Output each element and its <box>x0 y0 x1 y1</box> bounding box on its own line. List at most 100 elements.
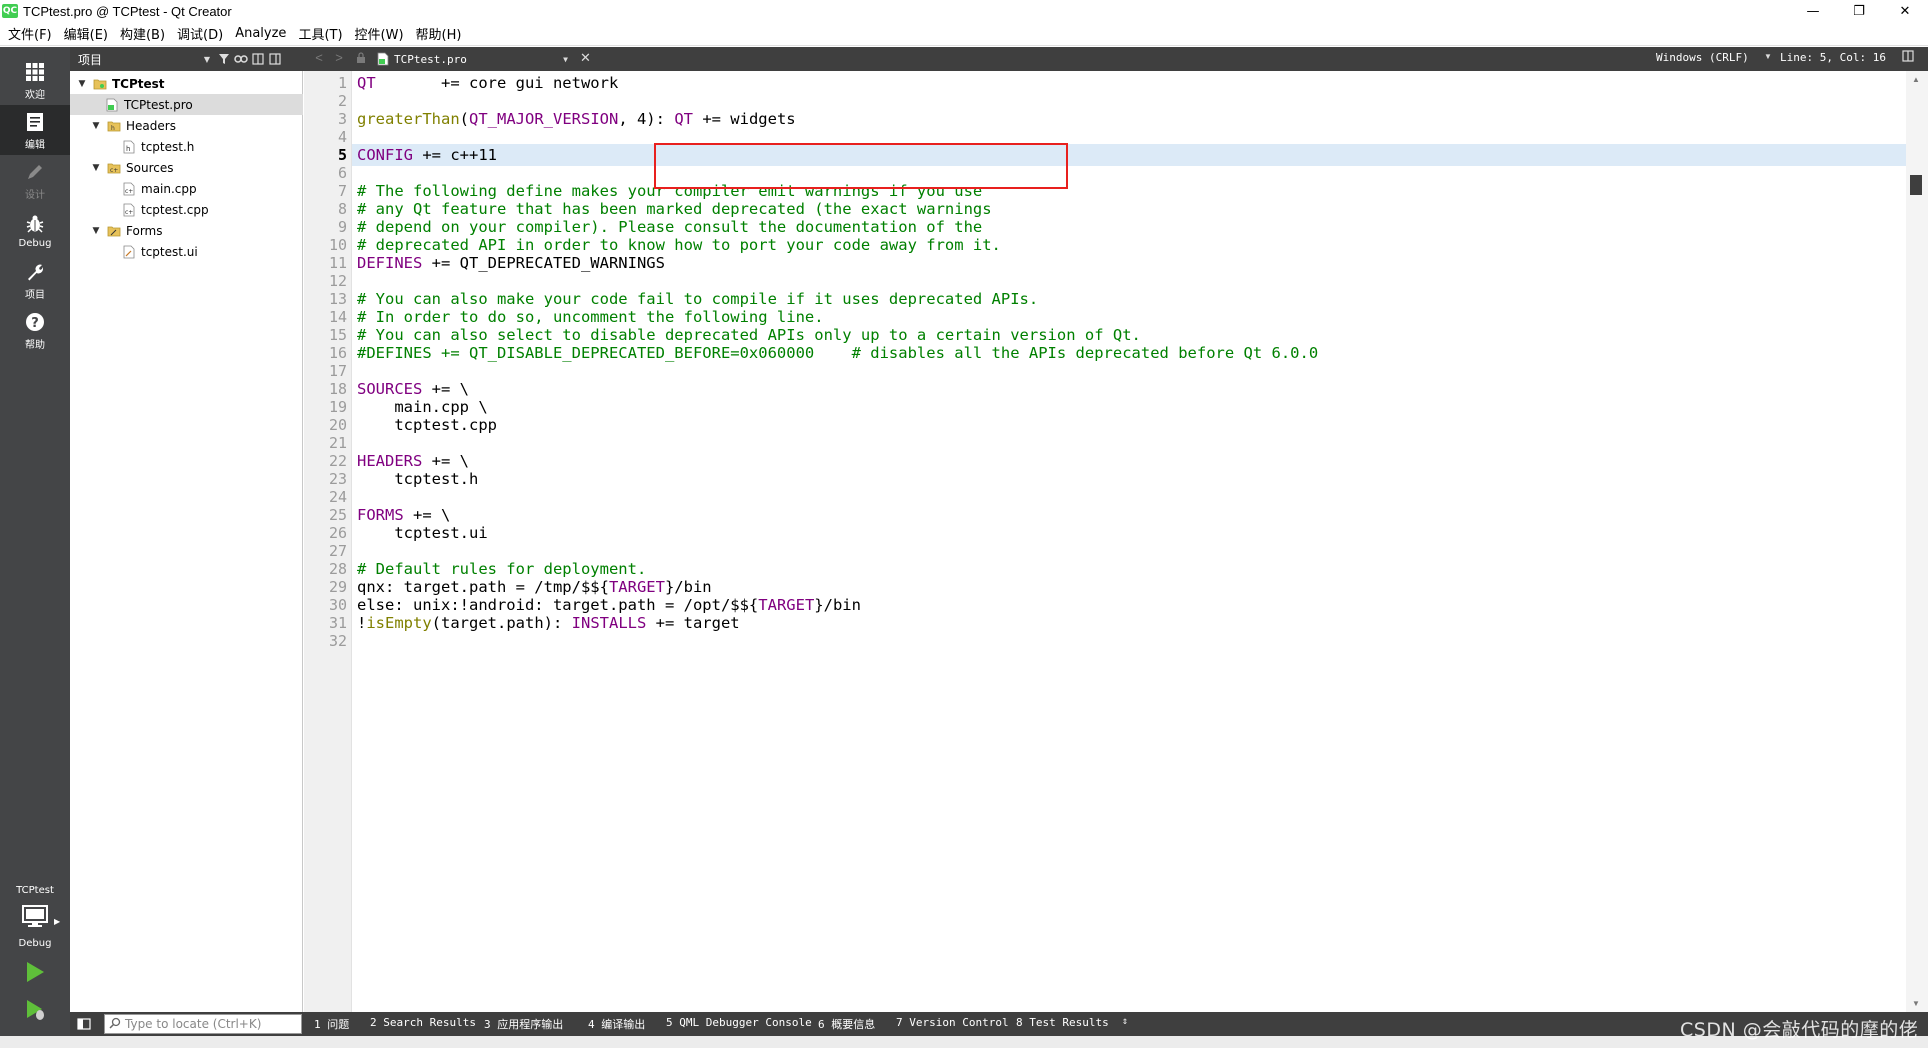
code-text: += QT_DEPRECATED_WARNINGS <box>422 254 665 272</box>
tree-item-label: Headers <box>126 118 176 133</box>
tree-item-tcptest-h[interactable]: h tcptest.h <box>70 136 303 157</box>
code-text: += widgets <box>692 110 796 128</box>
mode-design[interactable]: 设计 <box>0 155 70 205</box>
tab-test-results[interactable]: 8 Test Results <box>1016 1016 1109 1029</box>
mode-help[interactable]: ? 帮助 <box>0 305 70 355</box>
code-line[interactable]: tcptest.ui <box>357 522 487 544</box>
more-tabs-icon[interactable]: ⇕ <box>1122 1016 1128 1027</box>
tab-application-output[interactable]: 3 应用程序输出 <box>484 1016 563 1032</box>
code-keyword: DEFINES <box>357 254 423 272</box>
code-line[interactable]: tcptest.h <box>357 468 478 490</box>
menu-file[interactable]: 文件(F) <box>0 24 58 43</box>
chevron-down-icon[interactable]: ▼ <box>76 79 88 89</box>
line-ending-selector[interactable]: Windows (CRLF) <box>1656 51 1749 64</box>
project-view-selector[interactable]: 项目 ▼ <box>74 49 214 69</box>
menu-tools[interactable]: 工具(T) <box>292 24 348 43</box>
cursor-position[interactable]: Line: 5, Col: 16 <box>1780 51 1886 64</box>
code-editor[interactable]: 1 2 3 4 5 6 7 8 9 10 11 12 13 14 15 16 17 18 19 20 21 22 23 24 2… <box>304 71 1928 1012</box>
svg-text:h: h <box>111 125 115 132</box>
tab-issues[interactable]: 1 问题 <box>314 1016 349 1032</box>
mode-projects[interactable]: 项目 <box>0 255 70 305</box>
code-line[interactable]: #DEFINES += QT_DISABLE_DEPRECATED_BEFORE… <box>357 342 1318 364</box>
menu-analyze[interactable]: Analyze <box>229 26 292 41</box>
tree-item-main-cpp[interactable]: c+ main.cpp <box>70 178 303 199</box>
mode-debug[interactable]: Debug <box>0 205 70 255</box>
open-file-selector[interactable]: TCPtest.pro ▼ <box>376 49 574 69</box>
mode-design-label: 设计 <box>25 189 45 201</box>
code-line[interactable]: DEFINES += QT_DEPRECATED_WARNINGS <box>357 252 665 274</box>
vertical-scrollbar[interactable]: ▲ ▼ <box>1906 71 1928 1012</box>
mode-edit-label: 编辑 <box>25 139 45 151</box>
pro-file-icon <box>105 98 119 112</box>
kit-expand-icon[interactable]: ▶ <box>54 917 60 926</box>
tree-item-tcptest-cpp[interactable]: c+ tcptest.cpp <box>70 199 303 220</box>
lock-icon <box>356 52 366 67</box>
menu-help[interactable]: 帮助(H) <box>410 24 468 43</box>
tree-item-forms[interactable]: ▼ Forms <box>70 220 303 241</box>
toggle-sidebar-icon[interactable] <box>74 1016 94 1032</box>
menu-window[interactable]: 控件(W) <box>349 24 410 43</box>
code-line[interactable]: !isEmpty(target.path): INSTALLS += targe… <box>357 612 740 634</box>
tree-item-label: tcptest.h <box>141 139 195 154</box>
tree-item-project[interactable]: ▼ TCPtest <box>70 73 303 94</box>
code-line[interactable]: tcptest.cpp <box>357 414 497 436</box>
tree-item-headers[interactable]: ▼ h Headers <box>70 115 303 136</box>
code-text-area[interactable]: QT += core gui network greaterThan(QT_MAJ… <box>352 71 1906 1012</box>
tab-general-messages[interactable]: 6 概要信息 <box>818 1016 875 1032</box>
close-panel-icon[interactable] <box>268 52 282 66</box>
menu-bar: 文件(F) 编辑(E) 构建(B) 调试(D) Analyze 工具(T) 控件… <box>0 22 1928 46</box>
code-text: tcptest.h <box>357 470 479 488</box>
chevron-down-icon[interactable]: ▼ <box>90 163 102 173</box>
close-document-icon[interactable]: ✕ <box>580 50 591 66</box>
scrollbar-position-marker[interactable] <box>1910 175 1922 195</box>
link-editor-icon[interactable] <box>234 52 248 66</box>
tab-compile-output[interactable]: 4 编译输出 <box>588 1016 645 1032</box>
tab-qml-debugger-console[interactable]: 5 QML Debugger Console <box>666 1016 812 1029</box>
chevron-down-icon[interactable]: ▼ <box>90 226 102 236</box>
search-icon <box>109 1017 121 1032</box>
minimize-button[interactable]: — <box>1790 0 1836 22</box>
forward-arrow-icon[interactable]: > <box>328 50 350 65</box>
kit-monitor-icon[interactable] <box>22 905 48 932</box>
scroll-down-icon[interactable]: ▼ <box>1912 999 1920 1008</box>
code-line[interactable]: greaterThan(QT_MAJOR_VERSION, 4): QT += … <box>357 108 796 130</box>
split-panel-icon[interactable] <box>251 52 265 66</box>
close-button[interactable]: ✕ <box>1882 0 1928 22</box>
tab-version-control[interactable]: 7 Version Control <box>896 1016 1009 1029</box>
chevron-down-icon: ▼ <box>203 54 210 64</box>
menu-edit[interactable]: 编辑(E) <box>58 24 114 43</box>
ui-file-icon <box>122 245 136 259</box>
kit-project-name: TCPtest <box>16 885 54 896</box>
run-play-icon <box>27 962 44 982</box>
project-panel-toolbar: 项目 ▼ <box>70 47 304 71</box>
run-button[interactable] <box>22 959 48 985</box>
cpp-file-icon: c+ <box>122 203 136 217</box>
tree-item-tcptest-ui[interactable]: tcptest.ui <box>70 241 303 262</box>
design-pen-icon <box>23 160 47 184</box>
locator-input[interactable]: Type to locate (Ctrl+K) <box>104 1014 302 1034</box>
annotation-highlight-box <box>654 143 1068 189</box>
tab-search-results[interactable]: 2 Search Results <box>370 1016 476 1029</box>
code-text: }/bin <box>814 596 861 614</box>
code-line[interactable]: CONFIG += c++11 <box>357 144 497 166</box>
chevron-down-icon[interactable]: ▼ <box>90 121 102 131</box>
mode-welcome[interactable]: 欢迎 <box>0 55 70 105</box>
sources-folder-icon: c+ <box>107 161 121 175</box>
restore-button[interactable]: ❐ <box>1836 0 1882 22</box>
mode-edit[interactable]: 编辑 <box>0 105 70 155</box>
filter-icon[interactable] <box>217 52 231 66</box>
tree-item-sources[interactable]: ▼ c+ Sources <box>70 157 303 178</box>
split-editor-icon[interactable] <box>1902 50 1914 65</box>
mode-debug-label: Debug <box>18 237 52 249</box>
mode-welcome-label: 欢迎 <box>25 89 45 101</box>
scroll-up-icon[interactable]: ▲ <box>1912 75 1920 84</box>
debug-run-button[interactable] <box>22 997 48 1023</box>
back-arrow-icon[interactable]: < <box>308 50 330 65</box>
code-text: ( <box>459 110 469 128</box>
svg-text:c+: c+ <box>110 167 118 174</box>
code-line[interactable]: QT += core gui network <box>357 72 618 94</box>
menu-debug[interactable]: 调试(D) <box>171 24 229 43</box>
chevron-down-icon[interactable]: ▼ <box>1764 52 1772 61</box>
tree-item-pro-file[interactable]: TCPtest.pro <box>70 94 303 115</box>
menu-build[interactable]: 构建(B) <box>114 24 171 43</box>
